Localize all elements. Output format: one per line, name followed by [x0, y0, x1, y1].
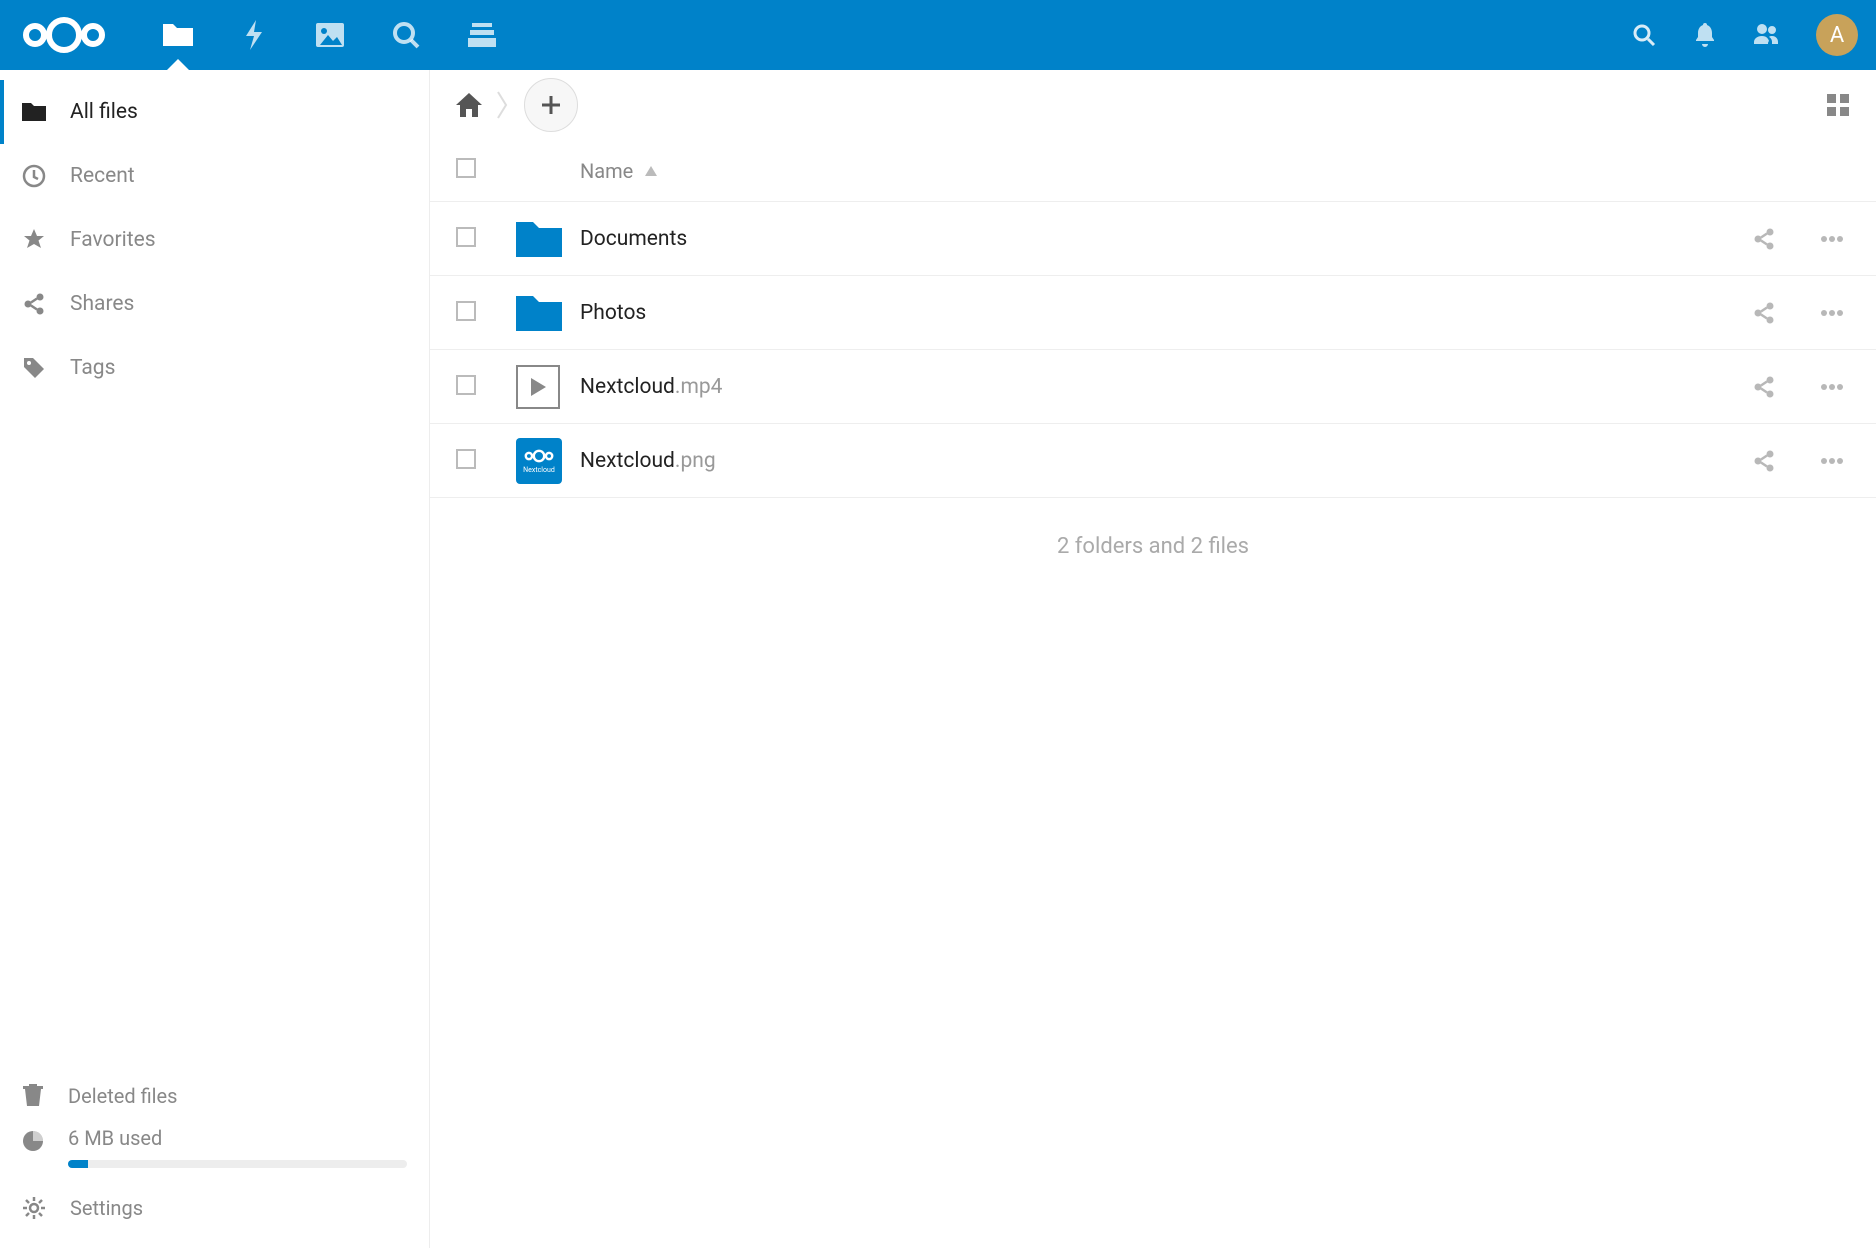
- app-activity[interactable]: [216, 0, 292, 70]
- bolt-icon: [242, 20, 266, 50]
- list-summary: 2 folders and 2 files: [430, 498, 1876, 595]
- quota-display: 6 MB used: [0, 1126, 429, 1178]
- app-deck[interactable]: [444, 0, 520, 70]
- people-icon: [1754, 24, 1778, 46]
- share-button[interactable]: [1752, 449, 1776, 473]
- avatar-initial: A: [1830, 23, 1844, 48]
- file-row[interactable]: Nextcloud.mp4: [430, 350, 1876, 424]
- search-icon: [1632, 23, 1656, 47]
- sort-asc-icon: [645, 166, 657, 176]
- plus-icon: [540, 94, 562, 116]
- quota-text: 6 MB used: [68, 1126, 407, 1150]
- nav-label: Shares: [70, 292, 134, 316]
- file-name[interactable]: Nextcloud.png: [580, 449, 1752, 473]
- row-checkbox[interactable]: [456, 449, 476, 469]
- trash-icon: [22, 1084, 44, 1108]
- tag-icon: [22, 356, 46, 380]
- grid-icon: [1826, 93, 1850, 117]
- sidebar-footer: Deleted files 6 MB used Settings: [0, 1066, 429, 1248]
- file-name[interactable]: Nextcloud.mp4: [580, 375, 1752, 399]
- nav-label: All files: [70, 100, 138, 124]
- app-files[interactable]: [140, 0, 216, 70]
- file-thumb: [516, 219, 580, 259]
- col-name-label: Name: [580, 159, 633, 183]
- deleted-label: Deleted files: [68, 1084, 177, 1108]
- folder-icon: [163, 22, 193, 48]
- file-thumb: [516, 293, 580, 333]
- pie-icon: [22, 1130, 44, 1152]
- bell-icon: [1694, 23, 1716, 47]
- file-row[interactable]: Documents: [430, 202, 1876, 276]
- nav-label: Tags: [70, 356, 115, 380]
- nav-all-files[interactable]: All files: [0, 80, 429, 144]
- notifications-button[interactable]: [1694, 23, 1716, 47]
- more-button[interactable]: [1820, 457, 1844, 465]
- app-logo[interactable]: [18, 12, 110, 58]
- stack-icon: [468, 23, 496, 47]
- topbar: A: [0, 0, 1876, 70]
- nav-tags[interactable]: Tags: [0, 336, 429, 400]
- nav-settings[interactable]: Settings: [0, 1178, 429, 1238]
- more-button[interactable]: [1820, 383, 1844, 391]
- share-icon: [22, 292, 46, 316]
- search-button[interactable]: [1632, 23, 1656, 47]
- breadcrumb-separator: [496, 90, 510, 120]
- share-button[interactable]: [1752, 375, 1776, 399]
- sidebar: All files Recent Favorites Shares Tags D…: [0, 70, 430, 1248]
- user-avatar[interactable]: A: [1816, 14, 1858, 56]
- file-row[interactable]: Photos: [430, 276, 1876, 350]
- magnify-icon: [392, 21, 420, 49]
- nav-deleted[interactable]: Deleted files: [0, 1066, 429, 1126]
- folder-icon: [22, 100, 46, 124]
- nav-label: Favorites: [70, 228, 156, 252]
- new-button[interactable]: [524, 78, 578, 132]
- image-icon: [316, 23, 344, 47]
- home-icon: [456, 93, 482, 117]
- breadcrumb-home[interactable]: [456, 93, 482, 117]
- file-thumb: [516, 365, 580, 409]
- row-checkbox[interactable]: [456, 227, 476, 247]
- clock-icon: [22, 164, 46, 188]
- row-checkbox[interactable]: [456, 375, 476, 395]
- quota-bar: [68, 1160, 407, 1168]
- gear-icon: [22, 1196, 46, 1220]
- app-switcher: [140, 0, 520, 70]
- select-all-checkbox[interactable]: [456, 158, 476, 178]
- col-name-header[interactable]: Name: [580, 159, 657, 183]
- share-button[interactable]: [1752, 301, 1776, 325]
- file-name[interactable]: Documents: [580, 227, 1752, 251]
- contacts-button[interactable]: [1754, 24, 1778, 46]
- list-header: Name: [430, 140, 1876, 202]
- app-gallery[interactable]: [292, 0, 368, 70]
- more-button[interactable]: [1820, 235, 1844, 243]
- nav-favorites[interactable]: Favorites: [0, 208, 429, 272]
- nav-shares[interactable]: Shares: [0, 272, 429, 336]
- view-toggle[interactable]: [1826, 93, 1850, 117]
- nav-label: Recent: [70, 164, 135, 188]
- file-row[interactable]: NextcloudNextcloud.png: [430, 424, 1876, 498]
- share-button[interactable]: [1752, 227, 1776, 251]
- topbar-right: A: [1632, 14, 1858, 56]
- row-checkbox[interactable]: [456, 301, 476, 321]
- more-button[interactable]: [1820, 309, 1844, 317]
- file-name[interactable]: Photos: [580, 301, 1752, 325]
- app-search[interactable]: [368, 0, 444, 70]
- main-area: All files Recent Favorites Shares Tags D…: [0, 70, 1876, 1248]
- star-icon: [22, 228, 46, 252]
- content: Name Documents Photos Nextcloud.mp4 Nextclo…: [430, 70, 1876, 1248]
- file-thumb: Nextcloud: [516, 438, 580, 484]
- nav-recent[interactable]: Recent: [0, 144, 429, 208]
- breadcrumb-bar: [430, 70, 1876, 140]
- file-list: Documents Photos Nextcloud.mp4 NextcloudNex…: [430, 202, 1876, 498]
- settings-label: Settings: [70, 1196, 143, 1220]
